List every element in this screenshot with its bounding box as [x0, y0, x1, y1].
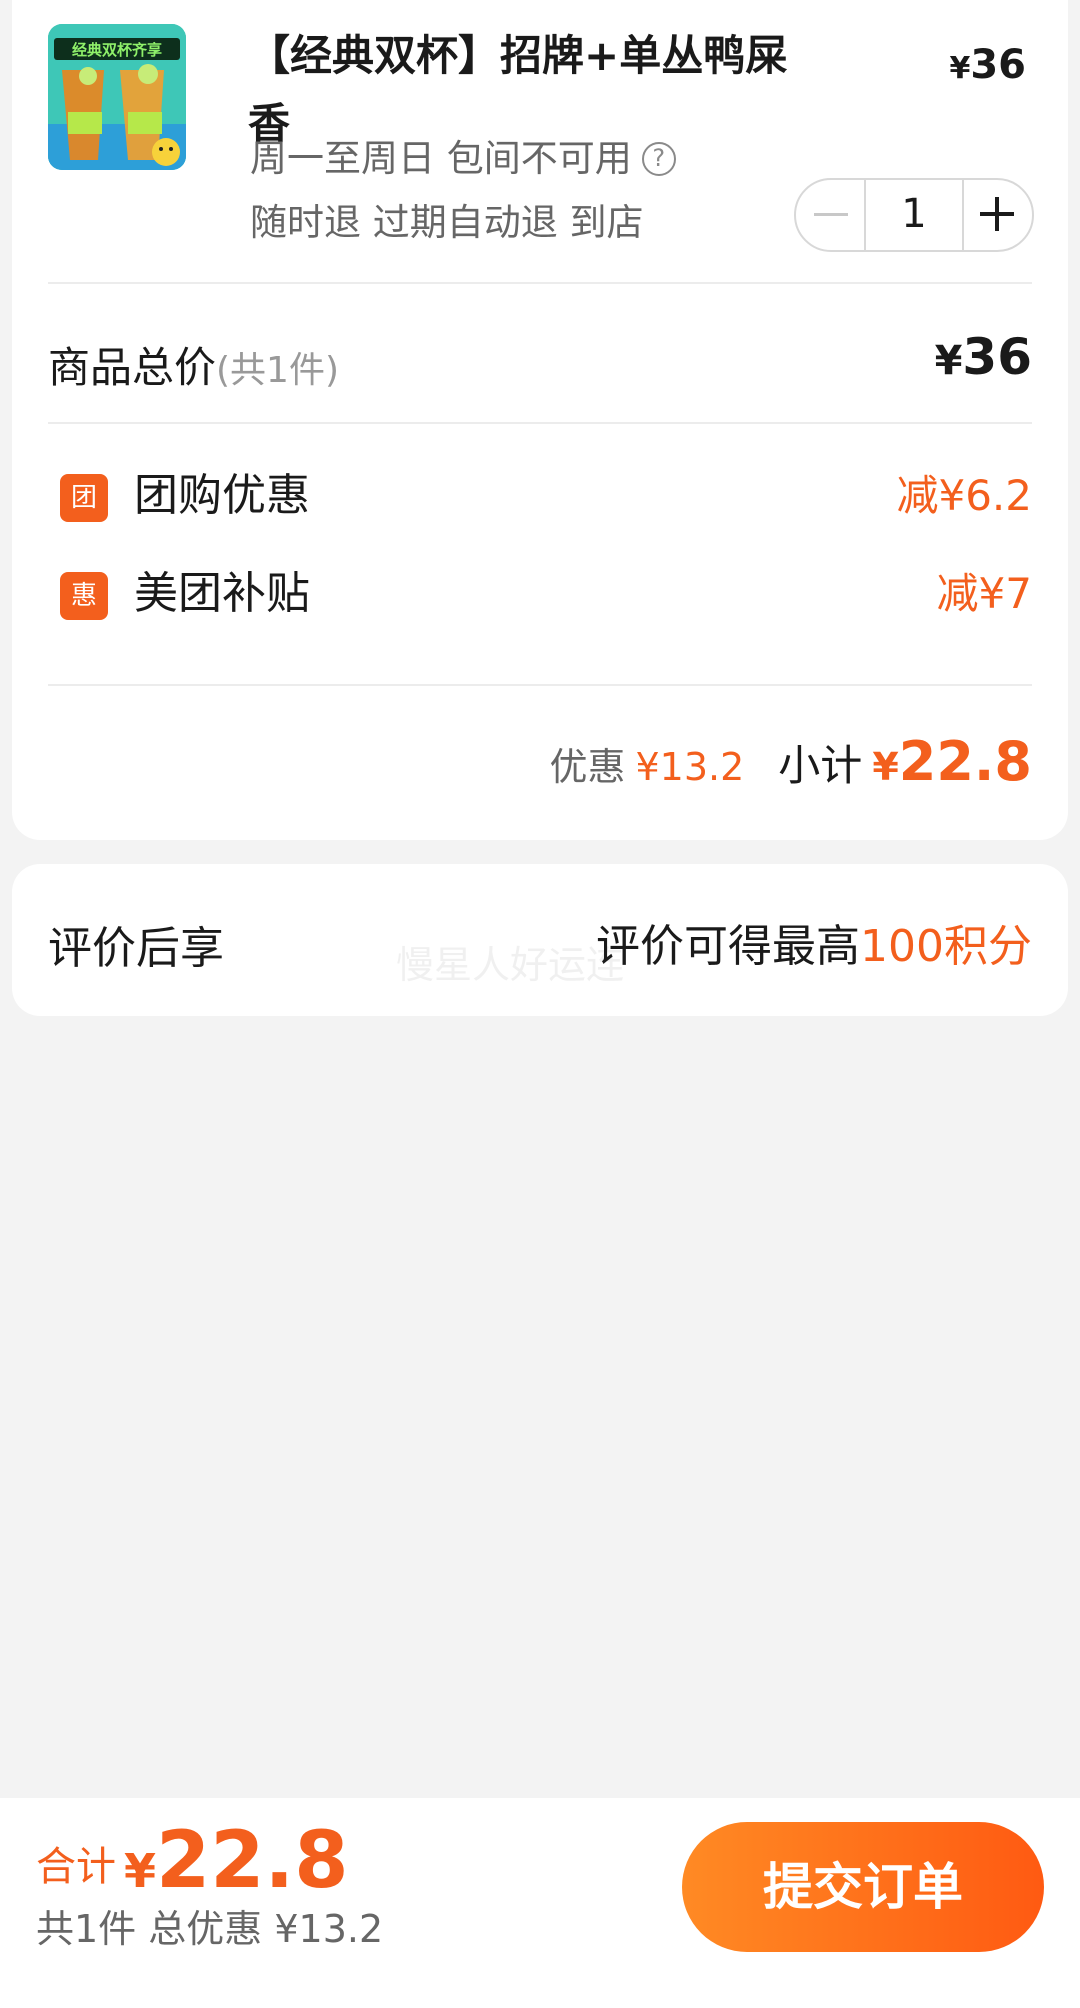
subtotal-row: 优惠 ¥13.2 小计 ¥22.8 [549, 730, 1032, 800]
goods-total-label: 商品总价(共1件) [48, 334, 339, 395]
subtotal-price: ¥22.8 [872, 730, 1032, 793]
discount-total-label: 优惠 [549, 745, 626, 789]
groupbuy-badge-icon: 团 [60, 474, 108, 522]
subtotal-label: 小计 [778, 741, 863, 790]
goods-total-text: 商品总价 [48, 343, 217, 392]
subtotal-symbol: ¥ [872, 745, 899, 789]
product-refund-policy: 随时退 过期自动退 到店 [250, 201, 644, 244]
quantity-value[interactable]: 1 [864, 180, 964, 250]
subtotal-value: 22.8 [898, 730, 1032, 793]
grand-total-summary: 共1件 总优惠 ¥13.2 [36, 1907, 384, 1951]
product-price: ¥36 [949, 42, 1026, 88]
question-circle-icon[interactable]: ? [641, 142, 676, 176]
goods-total-price: ¥36 [935, 328, 1032, 386]
grand-total-value: 22.8 [156, 1816, 349, 1906]
goods-count: (共1件) [216, 350, 340, 391]
review-reward-text: 评价可得最高100积分 [596, 910, 1032, 974]
minus-icon[interactable] [796, 180, 864, 250]
discount-row-subsidy: 惠 美团补贴 减¥7 [48, 564, 1032, 624]
grand-total-label: 合计 [36, 1844, 116, 1890]
divider [48, 282, 1032, 284]
product-price-value: 36 [970, 42, 1026, 88]
divider [48, 684, 1032, 686]
discount-total-value: ¥13.2 [635, 745, 745, 789]
checkout-bar: 合计 ¥22.8 共1件 总优惠 ¥13.2 提交订单 [0, 1798, 1080, 2008]
discount-name: 团购优惠 [134, 470, 310, 521]
product-availability: 周一至周日 包间不可用 [250, 137, 632, 180]
discount-value: 减¥7 [936, 569, 1032, 618]
product-availability-row: 周一至周日 包间不可用? [250, 128, 676, 182]
goods-total-symbol: ¥ [934, 338, 963, 384]
product-image: 经典双杯齐享 [48, 24, 186, 170]
review-reward-card[interactable]: 评价后享 慢星人好运连 评价可得最高100积分 [12, 864, 1068, 1016]
submit-order-button[interactable]: 提交订单 [682, 1822, 1044, 1952]
divider [48, 422, 1032, 424]
thumb-caption: 经典双杯齐享 [72, 41, 162, 59]
review-reward-desc: 评价可得最高 [596, 921, 861, 972]
discount-name: 美团补贴 [134, 568, 310, 619]
discount-value: 减¥6.2 [896, 471, 1032, 520]
review-reward-points: 100积分 [860, 921, 1032, 972]
product-thumbnail[interactable]: 经典双杯齐享 [48, 24, 186, 170]
review-reward-label: 评价后享 [48, 923, 224, 974]
goods-total-value: 36 [962, 328, 1032, 386]
quantity-stepper: 1 [794, 178, 1034, 252]
product-price-symbol: ¥ [949, 51, 971, 86]
grand-total-symbol: ¥ [124, 1844, 157, 1898]
watermark-text: 慢星人好运连 [396, 943, 625, 987]
order-card: 经典双杯齐享 【经典双杯】招牌+单丛鸭屎香 ¥36 周一至周日 包间不可用? 随… [12, 0, 1068, 840]
plus-icon[interactable] [964, 180, 1032, 250]
subsidy-badge-icon: 惠 [60, 572, 108, 620]
discount-row-groupbuy: 团 团购优惠 减¥6.2 [48, 466, 1032, 526]
